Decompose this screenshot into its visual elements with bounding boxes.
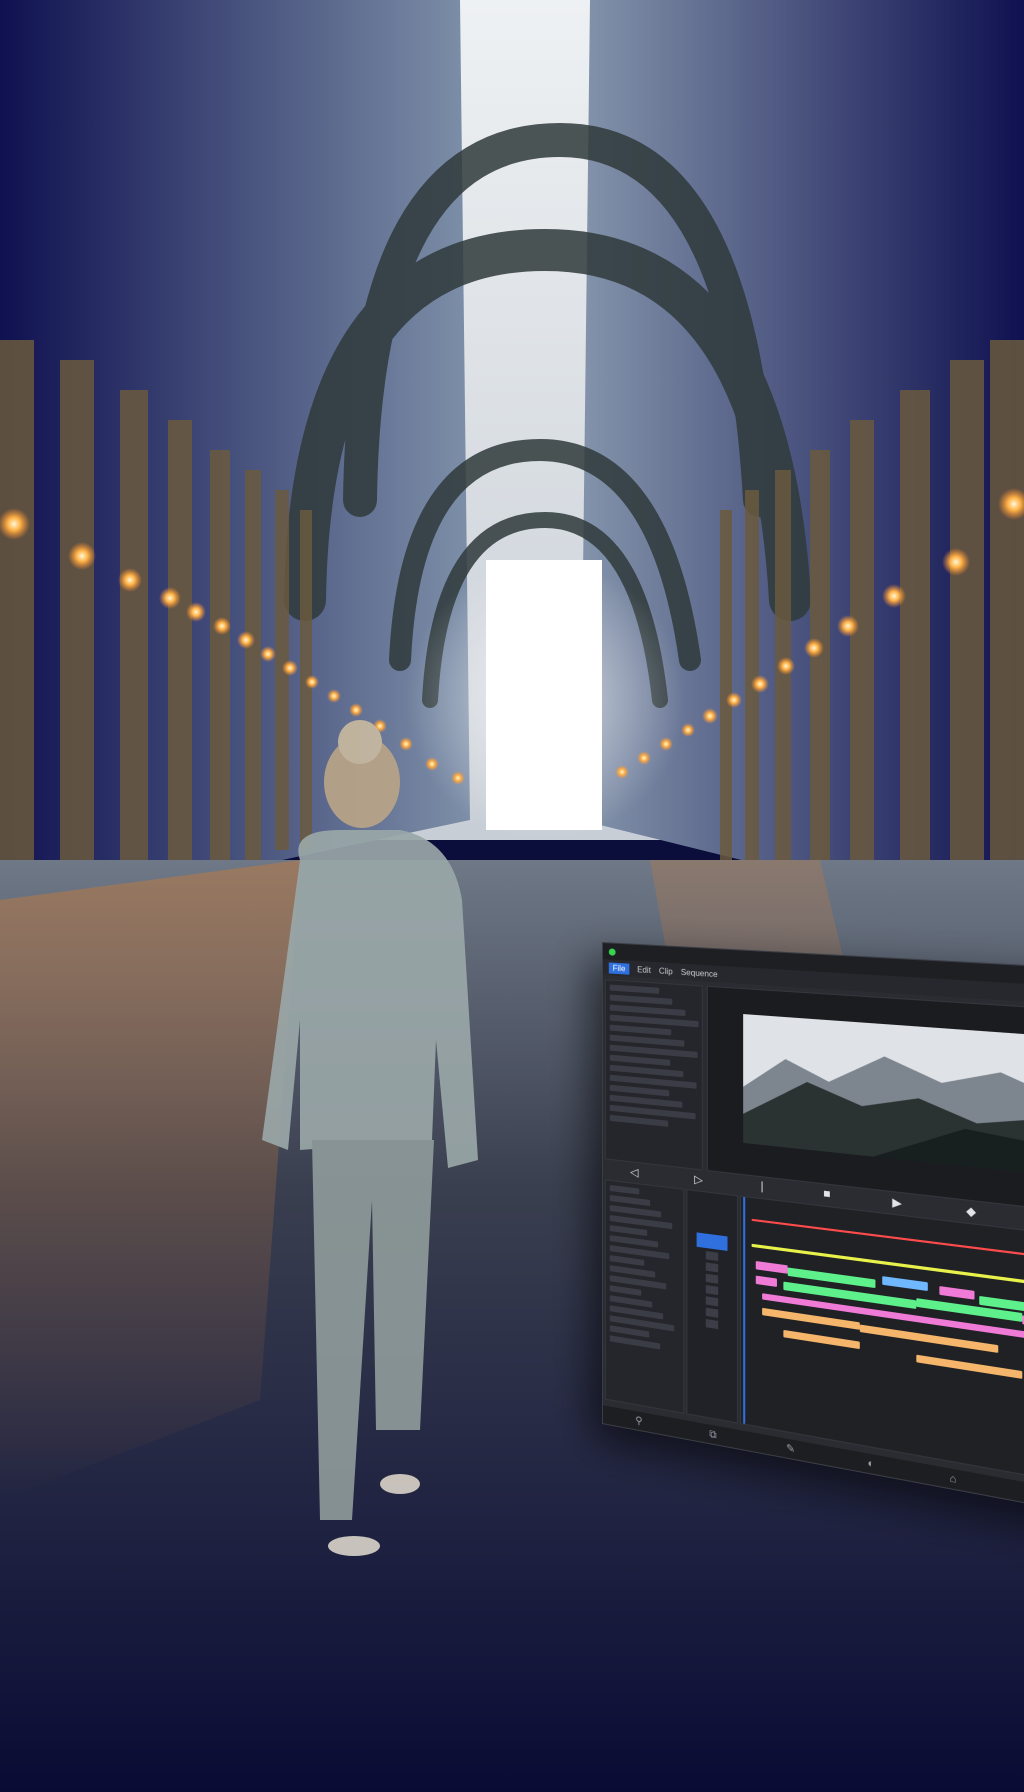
status-icon[interactable]: ⚲ [635, 1415, 642, 1427]
effects-item-list [606, 1180, 683, 1357]
project-item[interactable] [609, 1114, 669, 1127]
play-button[interactable]: ▶ [892, 1195, 902, 1210]
status-icon[interactable]: ◐ [867, 1457, 874, 1470]
keyframe-button[interactable]: ◆ [966, 1203, 976, 1218]
project-item-list [606, 980, 702, 1134]
project-item[interactable] [609, 1024, 672, 1036]
effect-item[interactable] [609, 1335, 661, 1350]
video-editor-window[interactable]: File Edit Clip Sequence ◁ ▷ | ■ ▶ ◆ ▶ [602, 942, 1024, 1516]
background-scene [0, 0, 1024, 1792]
playhead[interactable] [743, 1196, 746, 1424]
timeline-clip[interactable] [783, 1329, 860, 1350]
effect-item[interactable] [609, 1184, 640, 1195]
status-icon[interactable]: ⌂ [950, 1472, 957, 1485]
status-icon[interactable]: ⧉ [709, 1428, 716, 1441]
project-item[interactable] [609, 1054, 671, 1066]
timeline-clip[interactable] [916, 1354, 1023, 1379]
effect-item[interactable] [609, 1255, 645, 1266]
viewer-frame-mountains [743, 1014, 1024, 1178]
tool[interactable] [705, 1296, 719, 1307]
timeline-clip[interactable] [882, 1276, 928, 1292]
marker-button[interactable]: | [761, 1180, 764, 1193]
tool[interactable] [705, 1307, 719, 1318]
stop-button[interactable]: ■ [823, 1187, 830, 1201]
timeline-clip[interactable] [755, 1275, 777, 1287]
menu-tab-edit[interactable]: Edit [637, 965, 651, 975]
effect-item[interactable] [609, 1285, 642, 1296]
selected-tool[interactable] [696, 1232, 728, 1251]
tool[interactable] [705, 1285, 719, 1296]
tool[interactable] [705, 1273, 719, 1284]
tool[interactable] [705, 1251, 719, 1262]
tools-panel [686, 1189, 738, 1424]
tool[interactable] [705, 1318, 719, 1330]
step-back-button[interactable]: ◁ [630, 1165, 638, 1179]
effects-panel[interactable] [604, 1179, 685, 1414]
project-item[interactable] [609, 994, 673, 1005]
timeline-clip[interactable] [755, 1260, 788, 1274]
status-icon[interactable]: ✎ [786, 1442, 795, 1455]
menu-tab-clip[interactable]: Clip [659, 966, 673, 976]
effect-item[interactable] [609, 1225, 648, 1237]
effect-item[interactable] [609, 1194, 651, 1207]
menu-tab-sequence[interactable]: Sequence [681, 967, 718, 978]
project-panel[interactable] [604, 979, 703, 1171]
tool[interactable] [705, 1262, 719, 1273]
record-indicator-icon [608, 947, 616, 956]
project-item[interactable] [609, 984, 660, 994]
menu-tab-file[interactable]: File [608, 961, 630, 975]
project-item[interactable] [609, 1004, 686, 1017]
timeline-clip[interactable] [939, 1286, 975, 1300]
step-forward-button[interactable]: ▷ [694, 1172, 703, 1186]
